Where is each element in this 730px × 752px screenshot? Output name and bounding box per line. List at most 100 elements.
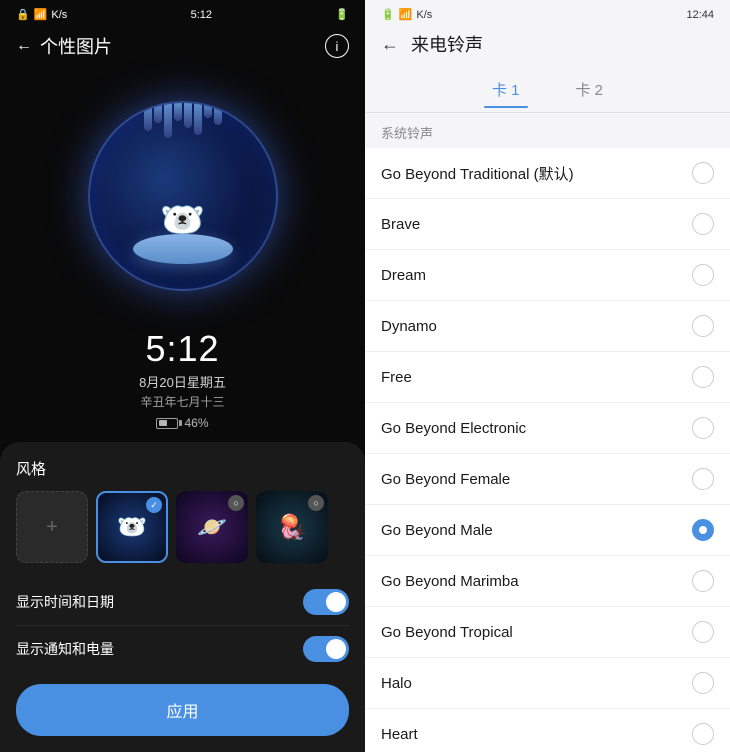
radio-circle[interactable] bbox=[692, 264, 714, 286]
icicle bbox=[214, 103, 222, 125]
planet-check: ○ bbox=[228, 495, 244, 511]
style-section-title: 风格 bbox=[16, 458, 349, 479]
style-thumb-planet[interactable]: ○ 🪐 bbox=[176, 491, 248, 563]
ringtone-name: Heart bbox=[381, 726, 418, 743]
radio-circle[interactable] bbox=[692, 672, 714, 694]
jelly-thumb-emoji: 🪼 bbox=[277, 513, 307, 542]
network-speed: K/s bbox=[51, 9, 67, 21]
header-right: ← 来电铃声 bbox=[365, 25, 730, 67]
list-item[interactable]: Free bbox=[365, 352, 730, 403]
icicle bbox=[164, 103, 172, 138]
ringtone-name: Dream bbox=[381, 267, 426, 284]
ringtone-name: Dynamo bbox=[381, 318, 437, 335]
status-time-left: 5:12 bbox=[191, 9, 212, 21]
toggle-notification-label: 显示通知和电量 bbox=[16, 639, 114, 659]
apply-button[interactable]: 应用 bbox=[16, 684, 349, 736]
info-symbol: i bbox=[336, 39, 339, 54]
style-thumb-bear[interactable]: ✓ 🐻‍❄️ bbox=[96, 491, 168, 563]
ringtone-name: Free bbox=[381, 369, 412, 386]
header-left: ← 个性图片 i bbox=[0, 25, 365, 71]
icicle bbox=[184, 103, 192, 128]
radio-circle[interactable] bbox=[692, 417, 714, 439]
bear-thumb-emoji: 🐻‍❄️ bbox=[117, 513, 147, 542]
radio-circle[interactable] bbox=[692, 723, 714, 745]
radio-circle[interactable] bbox=[692, 519, 714, 541]
page-title-left: 个性图片 bbox=[40, 33, 112, 59]
style-thumb-jelly[interactable]: ○ 🪼 bbox=[256, 491, 328, 563]
tabs-container: 卡 1 卡 2 bbox=[365, 67, 730, 113]
right-panel: 🔋 📶 K/s 12:44 ← 来电铃声 卡 1 卡 2 系统铃声 Go Bey… bbox=[365, 0, 730, 752]
radio-circle[interactable] bbox=[692, 315, 714, 337]
list-item[interactable]: Brave bbox=[365, 199, 730, 250]
network-speed-right: K/s bbox=[416, 9, 432, 21]
radio-circle[interactable] bbox=[692, 162, 714, 184]
list-item[interactable]: Go Beyond Tropical bbox=[365, 607, 730, 658]
toggle-notification[interactable] bbox=[303, 636, 349, 662]
radio-circle[interactable] bbox=[692, 621, 714, 643]
status-left-icons: 🔒 📶 K/s bbox=[16, 8, 67, 21]
ringtone-name: Go Beyond Female bbox=[381, 471, 510, 488]
ringtone-list: Go Beyond Traditional (默认) Brave Dream Dyna… bbox=[365, 148, 730, 752]
battery-icon bbox=[156, 418, 178, 429]
list-item[interactable]: Dream bbox=[365, 250, 730, 301]
list-item[interactable]: Halo bbox=[365, 658, 730, 709]
toggle-datetime-label: 显示时间和日期 bbox=[16, 592, 114, 612]
list-item[interactable]: Heart bbox=[365, 709, 730, 752]
back-arrow-right[interactable]: ← bbox=[381, 34, 399, 55]
list-item[interactable]: Dynamo bbox=[365, 301, 730, 352]
status-bar-right: 🔋 📶 K/s 12:44 bbox=[365, 0, 730, 25]
battery-status-icon: 🔋 bbox=[335, 8, 349, 21]
wifi-icon-right: 📶 bbox=[399, 8, 413, 21]
tab-card2[interactable]: 卡 2 bbox=[568, 75, 612, 108]
back-arrow-left: ← bbox=[16, 37, 32, 55]
left-panel: 🔒 📶 K/s 5:12 🔋 ← 个性图片 i bbox=[0, 0, 365, 752]
battery-icon-right: 🔋 bbox=[381, 8, 395, 21]
polar-bear-scene: 🐻‍❄️ bbox=[83, 96, 283, 296]
list-item[interactable]: Go Beyond Marimba bbox=[365, 556, 730, 607]
date-display: 8月20日星期五 bbox=[0, 372, 365, 391]
style-thumbnails: + ✓ 🐻‍❄️ ○ 🪐 ○ 🪼 bbox=[16, 491, 349, 563]
icicles bbox=[90, 103, 276, 138]
battery-percentage: 46% bbox=[184, 416, 208, 430]
status-time-right: 12:44 bbox=[686, 9, 714, 21]
radio-circle[interactable] bbox=[692, 213, 714, 235]
list-item[interactable]: Go Beyond Electronic bbox=[365, 403, 730, 454]
info-icon[interactable]: i bbox=[325, 34, 349, 58]
ringtone-name: Go Beyond Marimba bbox=[381, 573, 519, 590]
radio-circle[interactable] bbox=[692, 570, 714, 592]
status-bar-left: 🔒 📶 K/s 5:12 🔋 bbox=[0, 0, 365, 25]
toggle-row-datetime: 显示时间和日期 bbox=[16, 579, 349, 626]
icicle bbox=[194, 103, 202, 135]
time-display: 5:12 bbox=[0, 328, 365, 370]
add-icon: + bbox=[46, 516, 58, 539]
ringtone-name: Go Beyond Traditional (默认) bbox=[381, 163, 574, 184]
style-section: 风格 + ✓ 🐻‍❄️ ○ 🪐 ○ 🪼 显示时间和日期 显示通知和电量 bbox=[0, 442, 365, 752]
list-item[interactable]: Go Beyond Traditional (默认) bbox=[365, 148, 730, 199]
ringtone-name: Brave bbox=[381, 216, 420, 233]
toggle-datetime[interactable] bbox=[303, 589, 349, 615]
page-title-right: 来电铃声 bbox=[411, 31, 483, 57]
add-style-button[interactable]: + bbox=[16, 491, 88, 563]
battery-display: 46% bbox=[0, 416, 365, 430]
wifi-icon: 📶 bbox=[34, 8, 48, 21]
status-icons-right: 🔋 📶 K/s bbox=[381, 8, 432, 21]
bear-silhouette: 🐻‍❄️ bbox=[160, 199, 205, 241]
list-item[interactable]: Go Beyond Male bbox=[365, 505, 730, 556]
wallpaper-preview: 🐻‍❄️ bbox=[0, 71, 365, 320]
datetime-section: 5:12 8月20日星期五 辛丑年七月十三 46% bbox=[0, 320, 365, 434]
icicle bbox=[174, 103, 182, 121]
radio-circle[interactable] bbox=[692, 468, 714, 490]
battery-fill bbox=[159, 420, 167, 426]
tab-card1[interactable]: 卡 1 bbox=[484, 75, 528, 108]
icicle bbox=[154, 103, 162, 123]
planet-thumb-emoji: 🪐 bbox=[197, 513, 227, 542]
section-label-ringtone: 系统铃声 bbox=[365, 113, 730, 148]
lunar-date: 辛丑年七月十三 bbox=[0, 393, 365, 410]
ringtone-name: Halo bbox=[381, 675, 412, 692]
icicle bbox=[204, 103, 212, 118]
list-item[interactable]: Go Beyond Female bbox=[365, 454, 730, 505]
radio-circle[interactable] bbox=[692, 366, 714, 388]
back-button-left[interactable]: ← 个性图片 bbox=[16, 33, 112, 59]
lock-icon: 🔒 bbox=[16, 8, 30, 21]
glow-circle: 🐻‍❄️ bbox=[88, 101, 278, 291]
